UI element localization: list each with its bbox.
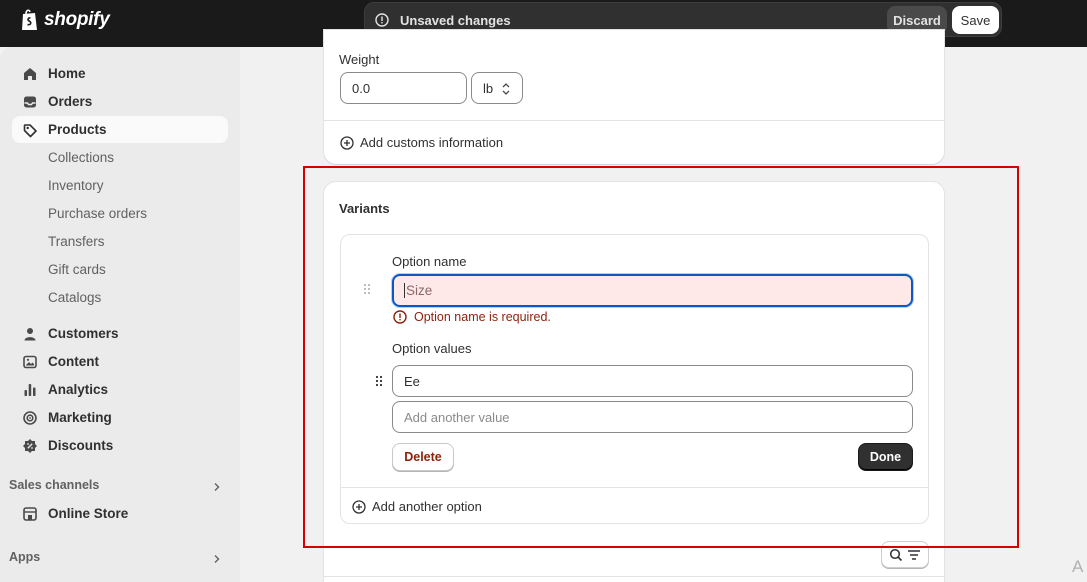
card-divider	[324, 576, 944, 577]
sidebar-item-discounts[interactable]: Discounts	[12, 432, 228, 459]
sidebar-item-label: Marketing	[48, 410, 112, 425]
add-another-value-input[interactable]: Add another value	[392, 401, 913, 433]
sidebar-item-label: Home	[48, 66, 86, 81]
sidebar-subitem-transfers[interactable]: Transfers	[48, 234, 105, 249]
drag-handle-icon[interactable]	[375, 375, 383, 387]
content-image-icon	[23, 355, 37, 369]
option-name-placeholder: Size	[406, 283, 433, 298]
bar-chart-icon	[24, 384, 36, 396]
delete-option-button[interactable]: Delete	[392, 443, 454, 471]
sidebar-item-home[interactable]: Home	[12, 60, 228, 87]
apps-title[interactable]: Apps	[9, 550, 40, 564]
sidebar-subitem-collections[interactable]: Collections	[48, 150, 114, 165]
chevron-right-icon[interactable]	[212, 482, 222, 492]
storefront-icon	[23, 507, 37, 521]
save-button[interactable]: Save	[952, 6, 999, 34]
chevron-right-icon[interactable]	[212, 554, 222, 564]
sidebar-item-content[interactable]: Content	[12, 348, 228, 375]
target-icon	[23, 411, 37, 425]
sidebar-item-marketing[interactable]: Marketing	[12, 404, 228, 431]
option-name-label: Option name	[392, 254, 467, 269]
alert-circle-icon	[375, 13, 389, 27]
option-name-error-text: Option name is required.	[414, 310, 551, 324]
add-another-option-link[interactable]: Add another option	[352, 499, 482, 514]
shipping-card: Weight 0.0 lb Add customs information	[324, 30, 944, 164]
sidebar-item-products[interactable]: Products	[12, 116, 228, 143]
sidebar-item-label: Products	[48, 122, 107, 137]
sidebar-item-label: Orders	[48, 94, 93, 109]
sidebar-item-orders[interactable]: Orders	[12, 88, 228, 115]
person-icon	[24, 328, 36, 341]
plus-circle-icon	[352, 499, 366, 514]
shopping-bag-icon	[22, 9, 37, 30]
done-button[interactable]: Done	[858, 443, 913, 471]
variants-title: Variants	[339, 201, 390, 216]
sidebar-item-label: Analytics	[48, 382, 109, 397]
sidebar: Home Orders Products Collections Invento…	[0, 47, 240, 582]
sidebar-item-label: Customers	[48, 326, 119, 341]
discount-badge-icon	[23, 439, 37, 453]
weight-label: Weight	[339, 52, 380, 67]
plus-circle-icon	[340, 135, 354, 150]
weight-input[interactable]: 0.0	[340, 72, 467, 104]
error-circle-icon	[393, 310, 407, 324]
option-divider	[341, 487, 928, 488]
corner-glyph: A	[1072, 557, 1084, 576]
add-another-option-label: Add another option	[372, 499, 482, 514]
drag-handle-icon[interactable]	[363, 283, 371, 295]
unsaved-changes-message: Unsaved changes	[400, 13, 511, 28]
weight-unit-select[interactable]: lb	[471, 72, 523, 104]
search-icon	[889, 548, 903, 562]
option-values-label: Option values	[392, 341, 472, 356]
sidebar-item-label: Online Store	[48, 506, 129, 521]
sidebar-item-label: Content	[48, 354, 99, 369]
sidebar-item-customers[interactable]: Customers	[12, 320, 228, 347]
sidebar-item-online-store[interactable]: Online Store	[12, 500, 228, 527]
text-cursor	[404, 283, 405, 298]
shopify-logo[interactable]: shopify	[20, 8, 110, 32]
sidebar-item-analytics[interactable]: Analytics	[12, 376, 228, 403]
option-editor: Option name Size Option name is required…	[340, 234, 929, 524]
tag-icon	[23, 124, 37, 138]
home-icon	[24, 68, 36, 80]
sidebar-subitem-catalogs[interactable]: Catalogs	[48, 290, 101, 305]
logo-text: shopify	[44, 9, 110, 30]
option-value-input[interactable]: Ee	[392, 365, 913, 397]
orders-inbox-icon	[24, 96, 36, 108]
sidebar-subitem-gift-cards[interactable]: Gift cards	[48, 262, 106, 277]
search-filter-button[interactable]	[881, 541, 929, 568]
add-customs-information-link[interactable]: Add customs information	[340, 135, 503, 150]
option-name-error: Option name is required.	[393, 310, 551, 324]
sales-channels-title[interactable]: Sales channels	[9, 478, 99, 492]
variants-card: Variants Option name Size Option name is…	[324, 182, 944, 582]
add-customs-information-label: Add customs information	[360, 135, 504, 150]
weight-unit-value: lb	[483, 80, 494, 96]
select-arrows-icon	[502, 83, 510, 95]
sidebar-subitem-inventory[interactable]: Inventory	[48, 178, 104, 193]
option-name-input[interactable]: Size	[392, 274, 913, 307]
sidebar-item-label: Discounts	[48, 438, 114, 453]
filter-lines-icon	[908, 550, 920, 560]
card-divider	[324, 120, 944, 121]
sidebar-subitem-purchase-orders[interactable]: Purchase orders	[48, 206, 147, 221]
